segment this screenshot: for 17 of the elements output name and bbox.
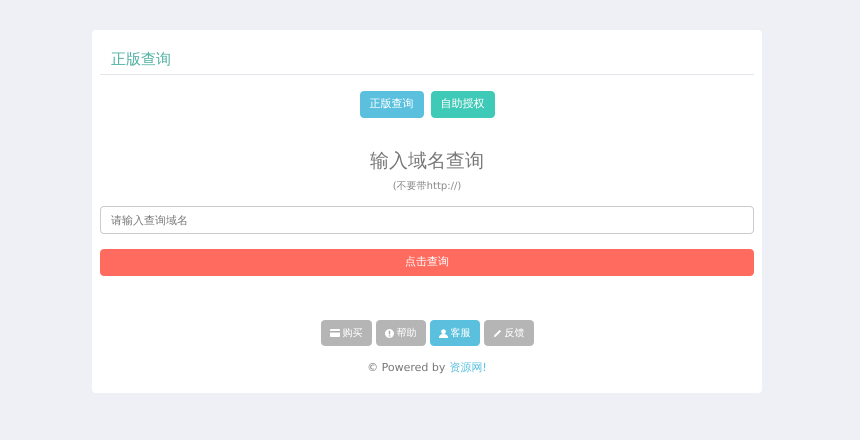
pencil-icon — [492, 328, 502, 338]
domain-input-field[interactable]: 请输入查询域名 — [100, 206, 754, 234]
footer-button[interactable]: 购买 — [320, 320, 372, 346]
footer-button[interactable]: 客服 — [430, 320, 480, 346]
nav-button[interactable]: 自助授权 — [430, 91, 494, 118]
info-icon — [384, 328, 394, 338]
subheading: (不要带http://) — [392, 180, 462, 194]
heading: 输入域名查询 — [369, 149, 485, 173]
footer-button[interactable]: 帮助 — [376, 320, 426, 346]
powered-by-text: © Powered by — [367, 360, 446, 376]
nav-button[interactable]: 正版查询 — [360, 91, 424, 118]
panel-title: 正版查询 — [111, 50, 171, 68]
query-button[interactable]: 点击查询 — [100, 249, 754, 276]
site-link[interactable]: 资源网! — [449, 360, 487, 376]
footer-button[interactable]: 反馈 — [484, 320, 534, 346]
card-icon — [330, 329, 340, 337]
user-icon — [438, 328, 448, 338]
